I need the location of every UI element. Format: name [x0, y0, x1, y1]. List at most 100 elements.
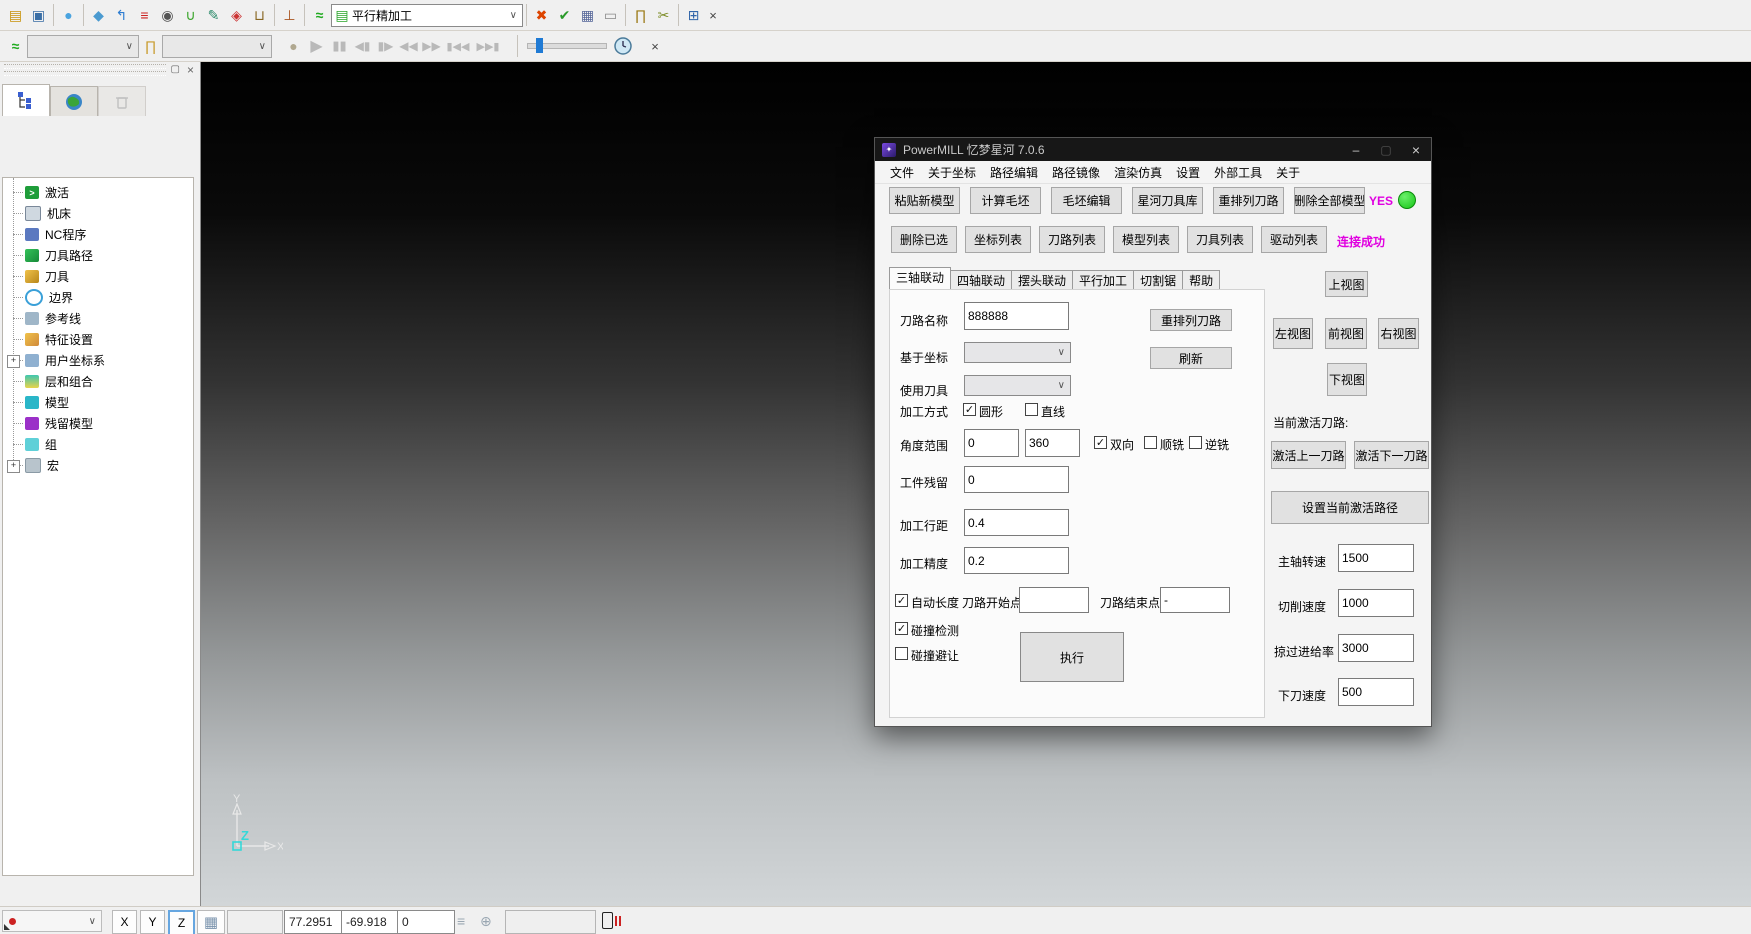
axis-x-button[interactable]: X — [112, 910, 137, 934]
toolpath-list-icon[interactable]: ≡ — [133, 3, 156, 27]
tree-item-models[interactable]: 模型 — [3, 392, 193, 413]
toolbar-close-icon[interactable]: × — [705, 7, 721, 23]
sim-toolbar-close-icon[interactable]: × — [647, 38, 663, 54]
model-list-button[interactable]: 模型列表 — [1113, 226, 1179, 253]
draft-curve-icon[interactable]: ✎ — [202, 3, 225, 27]
menu-external-tools[interactable]: 外部工具 — [1207, 164, 1269, 181]
rearrange-button[interactable]: 重排列刀路 — [1150, 309, 1232, 331]
calc-block-button[interactable]: 计算毛坯 — [970, 187, 1041, 214]
step-forward-icon[interactable]: ▮▶ — [374, 34, 397, 58]
base-coord-select[interactable]: ∨ — [964, 342, 1071, 363]
point-selector[interactable]: ∨ — [2, 910, 102, 932]
collision-check-icon[interactable]: ✖ — [530, 3, 553, 27]
rearrange-toolpaths-button[interactable]: 重排列刀路 — [1213, 187, 1284, 214]
menu-file[interactable]: 文件 — [883, 164, 921, 181]
slider-handle[interactable] — [536, 38, 543, 53]
set-active-path-button[interactable]: 设置当前激活路径 — [1271, 491, 1429, 524]
transform-icon[interactable]: ✂ — [652, 3, 675, 27]
tree-item-tools[interactable]: 刀具 — [3, 266, 193, 287]
tool-list-button[interactable]: 刀具列表 — [1187, 226, 1253, 253]
auto-length-checkbox[interactable] — [895, 594, 908, 607]
tool-pair-icon[interactable]: ∏ — [629, 3, 652, 27]
paste-new-model-button[interactable]: 粘贴新模型 — [889, 187, 960, 214]
tool-library-button[interactable]: 星河刀具库 — [1132, 187, 1203, 214]
tree-item-feature-sets[interactable]: 特征设置 — [3, 329, 193, 350]
close-button[interactable]: × — [1401, 138, 1431, 161]
scatter-points-icon[interactable]: ◈ — [225, 3, 248, 27]
conventional-checkbox[interactable] — [1189, 436, 1202, 449]
cutting-speed-input[interactable] — [1338, 589, 1414, 617]
activate-next-button[interactable]: 激活下一刀路 — [1354, 441, 1429, 469]
menu-settings[interactable]: 设置 — [1169, 164, 1207, 181]
tab-saw[interactable]: 切割锯 — [1133, 270, 1183, 289]
coord-y-input[interactable]: -69.918 — [341, 910, 399, 934]
play-icon[interactable]: ▶ — [305, 34, 328, 58]
rapid-move-icon[interactable]: ↰ — [110, 3, 133, 27]
make-block-icon[interactable]: ◆ — [87, 3, 110, 27]
sim-tool-dropdown[interactable]: ∨ — [162, 35, 272, 58]
activate-prev-button[interactable]: 激活上一刀路 — [1271, 441, 1346, 469]
save-icon[interactable]: ▣ — [27, 3, 50, 27]
tab-3axis[interactable]: 三轴联动 — [889, 267, 951, 289]
maximize-button[interactable]: ▢ — [1371, 138, 1401, 161]
xyz-list-icon[interactable]: ≡ — [457, 913, 465, 929]
snap-input[interactable] — [227, 910, 283, 934]
go-start-icon[interactable]: ▮◀◀ — [443, 34, 473, 58]
tree-item-machine[interactable]: 机床 — [3, 203, 193, 224]
tab-explorer-tree[interactable] — [2, 84, 50, 116]
collision-check-checkbox[interactable] — [895, 622, 908, 635]
tool-holder-icon[interactable]: ⊔ — [248, 3, 271, 27]
menu-render-sim[interactable]: 渲染仿真 — [1107, 164, 1169, 181]
expand-icon[interactable]: + — [7, 355, 20, 368]
drive-list-button[interactable]: 驱动列表 — [1261, 226, 1327, 253]
end-point-input[interactable] — [1160, 587, 1230, 613]
panel-float-icon[interactable]: ▢ — [171, 64, 180, 75]
circular-checkbox[interactable] — [963, 403, 976, 416]
tree-item-levels[interactable]: 层和组合 — [3, 371, 193, 392]
step-back-icon[interactable]: ◀▮ — [351, 34, 374, 58]
axis-z-button[interactable]: Z — [168, 910, 195, 934]
sim-toolpath-dropdown[interactable]: ∨ — [27, 35, 139, 58]
toolpath-name-input[interactable] — [964, 302, 1069, 330]
axis-y-button[interactable]: Y — [140, 910, 165, 934]
tree-item-patterns[interactable]: 参考线 — [3, 308, 193, 329]
view-front-button[interactable]: 前视图 — [1325, 318, 1367, 349]
tab-swivel-head[interactable]: 摆头联动 — [1011, 270, 1073, 289]
plunge-rate-input[interactable] — [1338, 678, 1414, 706]
tolerance-input[interactable] — [964, 547, 1069, 574]
tab-parallel[interactable]: 平行加工 — [1072, 270, 1134, 289]
tree-item-workplanes[interactable]: + 用户坐标系 — [3, 350, 193, 371]
probe-icon[interactable]: ⊕ — [480, 913, 492, 930]
tree-item-activate[interactable]: > 激活 — [3, 182, 193, 203]
panel-close-icon[interactable]: × — [187, 63, 194, 77]
menu-path-edit[interactable]: 路径编辑 — [983, 164, 1045, 181]
strategy-dropdown[interactable]: ▤ 平行精加工 ∨ — [331, 4, 523, 27]
tab-recycle-bin[interactable] — [98, 86, 146, 116]
stepover-input[interactable] — [964, 509, 1069, 536]
view-left-button[interactable]: 左视图 — [1273, 318, 1313, 349]
skim-rate-input[interactable] — [1338, 634, 1414, 662]
tab-4axis[interactable]: 四轴联动 — [950, 270, 1012, 289]
collision-avoid-checkbox[interactable] — [895, 647, 908, 660]
tree-item-toolpaths[interactable]: 刀具路径 — [3, 245, 193, 266]
climb-checkbox[interactable] — [1144, 436, 1157, 449]
compare-blocks-icon[interactable]: ⊞ — [682, 3, 705, 27]
delete-all-models-button[interactable]: 删除全部模型 — [1294, 187, 1365, 214]
ball-tool-icon[interactable]: ◉ — [156, 3, 179, 27]
expand-icon[interactable]: + — [7, 460, 20, 473]
grid-toggle-button[interactable]: ▦ — [197, 910, 225, 934]
menu-path-mirror[interactable]: 路径镜像 — [1045, 164, 1107, 181]
delete-selected-button[interactable]: 删除已选 — [891, 226, 957, 253]
toolpath-list-button[interactable]: 刀路列表 — [1039, 226, 1105, 253]
refresh-button[interactable]: 刷新 — [1150, 347, 1232, 369]
menu-coords[interactable]: 关于坐标 — [921, 164, 983, 181]
measure-input[interactable] — [505, 910, 596, 934]
go-end-icon[interactable]: ▶▶▮ — [473, 34, 503, 58]
pause-icon[interactable]: ▮▮ — [328, 34, 351, 58]
stock-allowance-input[interactable] — [964, 466, 1069, 493]
view-bottom-button[interactable]: 下视图 — [1327, 363, 1367, 396]
calculator-icon[interactable]: ▦ — [576, 3, 599, 27]
ruler-icon[interactable]: ▭ — [599, 3, 622, 27]
tree-item-nc-programs[interactable]: NC程序 — [3, 224, 193, 245]
clock-icon[interactable] — [613, 36, 633, 56]
